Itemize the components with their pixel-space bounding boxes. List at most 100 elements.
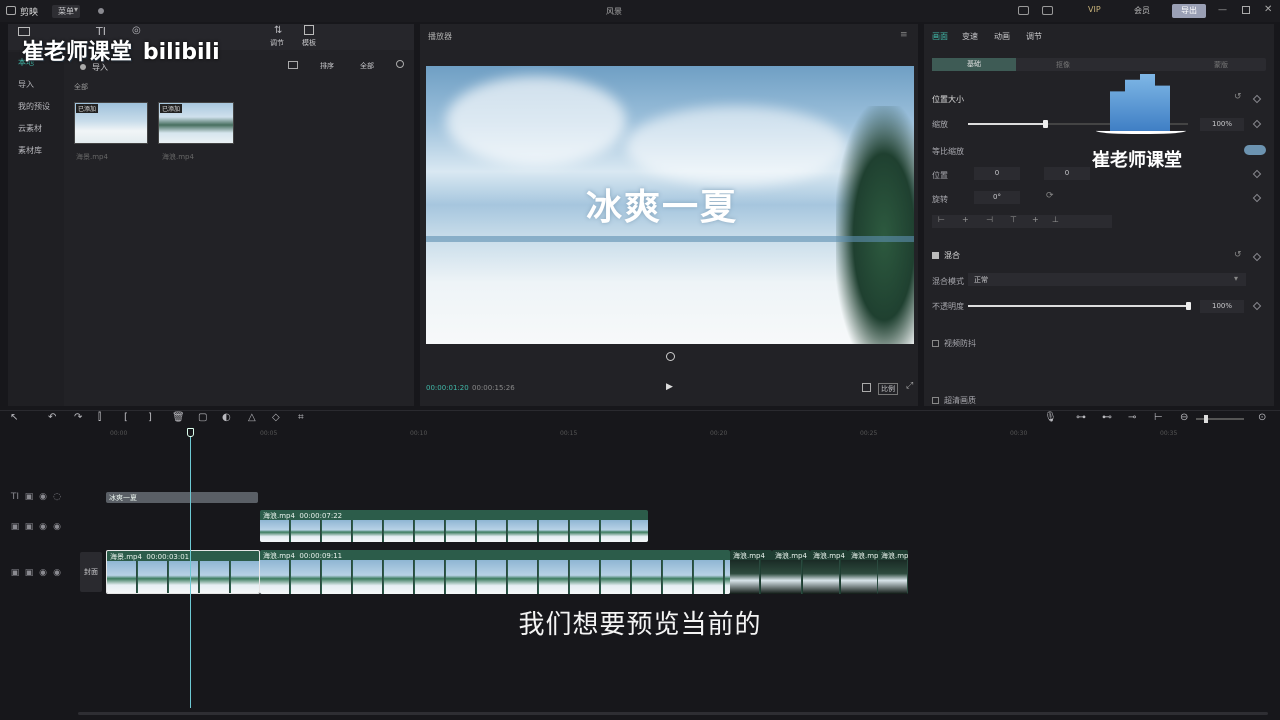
tab-animation[interactable]: 动画 (994, 31, 1010, 42)
position-y-input[interactable]: 0 (1044, 167, 1090, 180)
eye-icon[interactable]: ◉ (36, 568, 50, 578)
snap-icon[interactable]: ⊸ (1128, 412, 1136, 423)
playhead-handle[interactable] (187, 428, 194, 437)
position-x-input[interactable]: 0 (974, 167, 1020, 180)
rotate-icon[interactable]: ⟳ (1046, 191, 1054, 201)
super-resolution-checkbox[interactable] (932, 397, 939, 404)
sidebar-item-cloud[interactable]: 云素材 (8, 118, 64, 140)
tab-picture[interactable]: 画面 (932, 31, 948, 42)
tab-adjust[interactable]: 调节 (1026, 31, 1042, 42)
adjust-tab-icon[interactable]: ⇅ (274, 25, 282, 36)
maximize-icon[interactable] (1242, 6, 1250, 14)
filter-all[interactable]: 全部 (74, 82, 88, 92)
zoom-slider-handle[interactable] (1204, 415, 1208, 423)
search-icon[interactable] (396, 60, 404, 68)
audio-icon[interactable]: ◉ (50, 522, 64, 532)
link-main-track-icon[interactable]: ⊶ (1076, 412, 1086, 423)
audio-icon[interactable]: ◉ (50, 568, 64, 578)
zoom-out-icon[interactable]: ⊖ (1180, 412, 1188, 423)
blend-mode-select[interactable]: 正常 ▾ (968, 273, 1246, 286)
opacity-slider-handle[interactable] (1186, 302, 1191, 310)
video-preview[interactable]: 冰爽一夏 (426, 66, 914, 344)
freeze-icon[interactable]: ▢ (198, 412, 207, 423)
opacity-value[interactable]: 100% (1200, 300, 1244, 313)
camera-icon[interactable] (666, 352, 675, 361)
audio-icon[interactable]: ◌ (50, 492, 64, 502)
export-button[interactable]: 导出 (1172, 4, 1206, 18)
align-middle-icon[interactable]: + (1032, 215, 1039, 224)
link-audio-icon[interactable]: ⊷ (1102, 412, 1112, 423)
lock-icon[interactable]: ▣ (22, 568, 36, 578)
stabilize-checkbox[interactable] (932, 340, 939, 347)
sidebar-item-presets[interactable]: 我的预设 (8, 96, 64, 118)
align-top-icon[interactable]: ⊤ (1010, 215, 1017, 224)
scale-slider-handle[interactable] (1043, 120, 1048, 128)
redo-icon[interactable]: ↷ (74, 412, 82, 423)
sidebar-item-import[interactable]: 导入 (8, 74, 64, 96)
lock-icon[interactable]: ▣ (22, 492, 36, 502)
subtab-matting[interactable]: 抠像 (1056, 60, 1070, 70)
align-right-icon[interactable]: ⊣ (986, 215, 993, 224)
fullscreen-crop-icon[interactable] (862, 383, 871, 392)
minimize-icon[interactable]: — (1218, 5, 1227, 15)
main-clip[interactable]: 海浪.mp4 (772, 550, 810, 594)
ratio-button[interactable]: 比例 (878, 383, 898, 395)
template-tab-icon[interactable] (304, 25, 314, 35)
reset-icon[interactable]: ↺ (1234, 92, 1242, 102)
all-filter-button[interactable]: 全部 (360, 61, 374, 71)
member-button[interactable]: 会员 (1134, 5, 1150, 16)
eye-icon[interactable]: ◉ (36, 522, 50, 532)
layout-icon[interactable] (1042, 6, 1053, 15)
opacity-slider[interactable] (968, 302, 1191, 310)
lock-icon[interactable]: ▣ (22, 522, 36, 532)
mirror-icon[interactable]: △ (248, 412, 256, 423)
main-clip[interactable]: 海浪.mp4 (730, 550, 772, 594)
play-icon[interactable]: ▶ (666, 382, 673, 392)
media-item[interactable]: 已添加 (158, 102, 234, 144)
main-clip[interactable]: 海浪.mp4 00:00:09:11 (260, 550, 730, 594)
zoom-slider[interactable] (1196, 415, 1244, 423)
playhead[interactable] (190, 428, 191, 708)
media-item[interactable]: 已添加 (74, 102, 148, 144)
preview-axis-icon[interactable]: ⊢ (1154, 412, 1163, 423)
adjust-tab-label[interactable]: 调节 (270, 38, 284, 48)
sidebar-item-library[interactable]: 素材库 (8, 140, 64, 162)
subtab-basic[interactable]: 基础 (932, 58, 1016, 71)
scale-value[interactable]: 100% (1200, 118, 1244, 131)
overlay-clip[interactable]: 海浪.mp4 00:00:07:22 (260, 510, 648, 542)
close-icon[interactable]: ✕ (1264, 4, 1272, 15)
split-icon[interactable]: ⫿ (98, 412, 101, 423)
microphone-icon[interactable]: 🎙 (1044, 412, 1057, 423)
monitor-icon[interactable] (1018, 6, 1029, 15)
rotate-input[interactable]: 0° (974, 191, 1020, 204)
uniform-scale-toggle[interactable] (1244, 145, 1266, 155)
split-left-icon[interactable]: [ (124, 412, 128, 423)
align-bottom-icon[interactable]: ⊥ (1052, 215, 1059, 224)
main-clip[interactable]: 海景.mp4 00:00:03:01 (106, 550, 260, 594)
tab-speed[interactable]: 变速 (962, 31, 978, 42)
blend-checkbox[interactable] (932, 252, 939, 259)
delete-icon[interactable]: 🗑 (172, 412, 185, 423)
fullscreen-icon[interactable]: ⤢ (906, 381, 913, 391)
select-tool-icon[interactable]: ↖ (10, 412, 18, 423)
crop-icon[interactable]: ⌗ (298, 412, 304, 423)
sort-button[interactable]: 排序 (320, 61, 334, 71)
undo-icon[interactable]: ↶ (48, 412, 56, 423)
vip-badge[interactable]: VIP (1088, 5, 1101, 14)
eye-icon[interactable]: ◉ (36, 492, 50, 502)
grid-view-icon[interactable] (288, 61, 298, 69)
text-clip[interactable]: 冰爽一夏 (106, 492, 258, 503)
main-clip[interactable]: 海浪.mp4 (848, 550, 878, 594)
player-menu-icon[interactable]: ≡ (900, 30, 908, 40)
split-right-icon[interactable]: ] (148, 412, 152, 423)
timeline-settings-icon[interactable]: ⊙ (1258, 412, 1266, 423)
timeline-scrollbar[interactable] (78, 712, 1268, 715)
template-tab-label[interactable]: 模板 (302, 38, 316, 48)
menu-chevron-icon[interactable]: ▾ (74, 5, 78, 14)
reverse-icon[interactable]: ◐ (222, 412, 231, 423)
main-clip[interactable]: 海浪.mp4 (810, 550, 848, 594)
align-left-icon[interactable]: ⊢ (938, 215, 945, 224)
reset-icon[interactable]: ↺ (1234, 250, 1242, 260)
align-center-icon[interactable]: + (962, 215, 969, 224)
main-clip[interactable]: 海浪.mp4 (878, 550, 908, 594)
